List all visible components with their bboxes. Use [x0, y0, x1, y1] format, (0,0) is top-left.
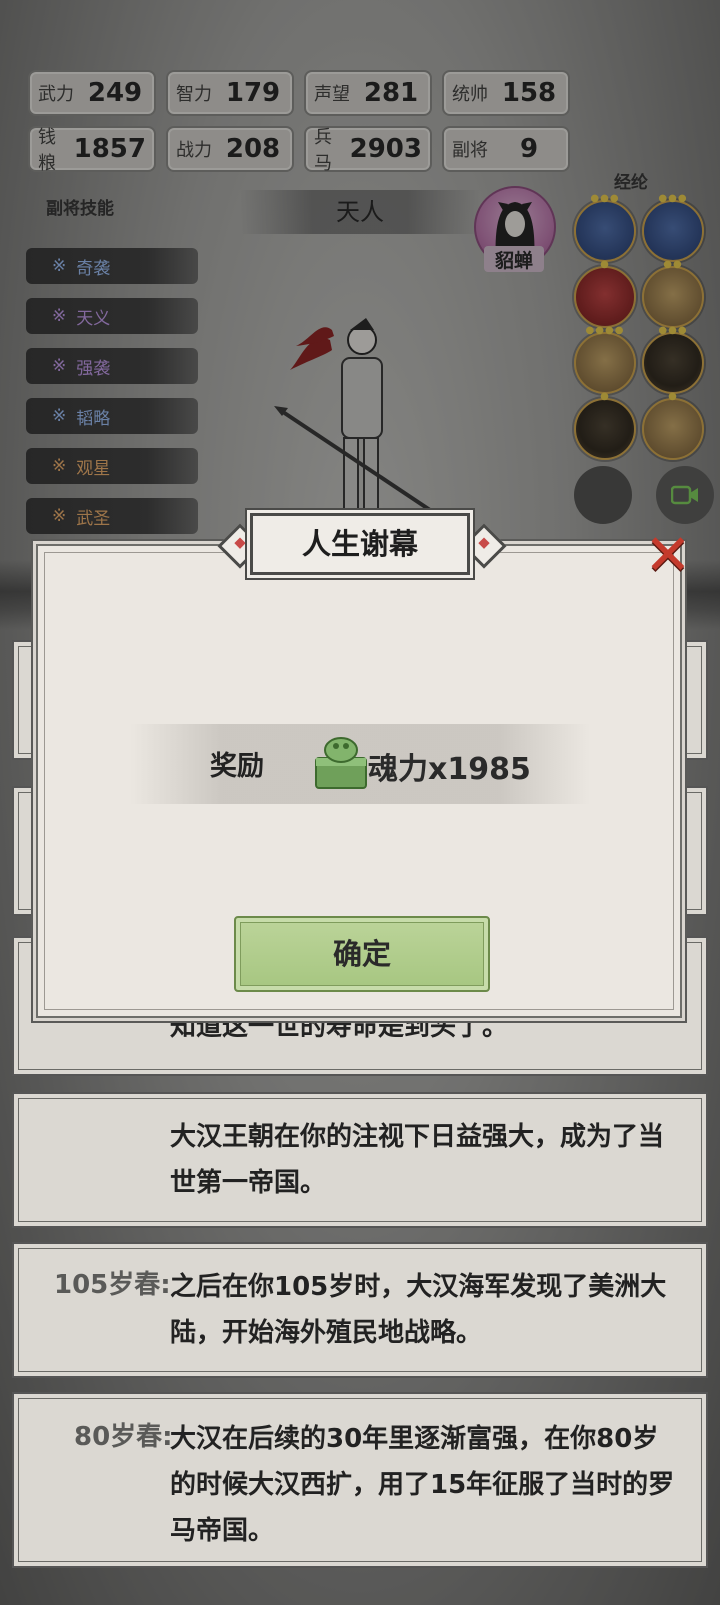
log-age: 80岁春:	[74, 1422, 173, 1452]
log-age: 105岁春:	[54, 1270, 171, 1300]
confirm-button[interactable]: 确定	[234, 916, 490, 992]
reward-value: 魂力x1985	[368, 752, 531, 787]
close-icon[interactable]: ✕	[642, 528, 694, 584]
log-card: 大汉王朝在你的注视下日益强大，成为了当世第一帝国。	[12, 1092, 708, 1228]
modal-title: 人生谢幕	[250, 513, 470, 575]
reward-label: 奖励	[210, 751, 264, 782]
log-text: 大汉王朝在你的注视下日益强大，成为了当世第一帝国。	[170, 1122, 665, 1198]
log-card: 80岁春: 大汉在后续的30年里逐渐富强，在你80岁的时候大汉西扩，用了15年征…	[12, 1392, 708, 1568]
jade-seal-icon	[315, 737, 367, 789]
log-text: 之后在你105岁时，大汉海军发现了美洲大陆，开始海外殖民地战略。	[170, 1272, 667, 1348]
log-text: 大汉在后续的30年里逐渐富强，在你80岁的时候大汉西扩，用了15年征服了当时的罗…	[170, 1424, 675, 1546]
log-card: 105岁春: 之后在你105岁时，大汉海军发现了美洲大陆，开始海外殖民地战略。	[12, 1242, 708, 1378]
